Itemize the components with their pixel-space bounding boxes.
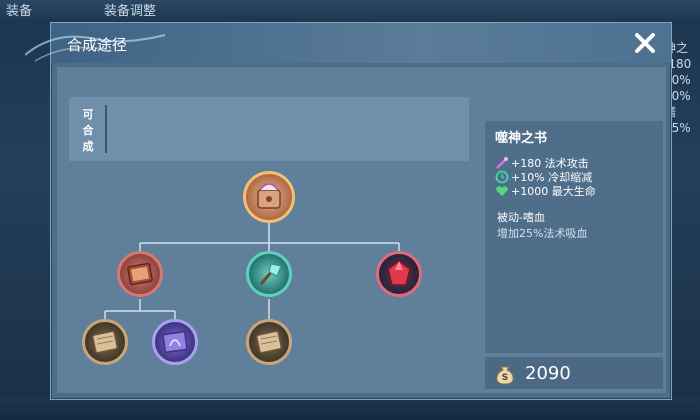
item-name: 噬神之书 xyxy=(495,131,548,146)
grandchild-item-wooden-book-1[interactable] xyxy=(82,319,128,365)
background-bottom-bar xyxy=(0,398,700,420)
grandchild-item-wooden-book-2[interactable] xyxy=(246,319,292,365)
wand-icon xyxy=(496,157,508,169)
passive-description: 增加25%法术吸血 xyxy=(497,227,588,240)
item-info-panel: 噬神之书 +180 法术攻击 +10% 冷却缩减 +1000 最大生命 被动-嗜… xyxy=(485,121,663,353)
passive-name: 被动-嗜血 xyxy=(497,211,545,224)
teal-wand-icon xyxy=(259,263,282,285)
child-item-red-tome[interactable] xyxy=(117,251,163,297)
dialog-title: 合成途径 xyxy=(67,36,128,54)
heart-icon xyxy=(496,186,508,196)
red-tome-icon xyxy=(127,262,153,286)
child-item-red-gem[interactable] xyxy=(376,251,422,297)
background-topbar: 装备 装备调整 xyxy=(0,0,700,20)
svg-text:S: S xyxy=(502,373,508,383)
wooden-book-icon xyxy=(91,330,119,354)
purple-book-icon xyxy=(162,331,188,353)
clock-icon xyxy=(495,170,509,184)
red-gem-icon xyxy=(387,260,411,286)
stat-max-hp: +1000 最大生命 xyxy=(495,183,596,199)
crafting-path-dialog: 合成途径 可合成 噬神之书 +180 法术攻击 +10% 冷却缩减 +1000 … xyxy=(25,22,672,400)
bg-tab-adjust: 装备调整 xyxy=(104,4,157,19)
root-item-devourer-book[interactable] xyxy=(243,171,295,223)
book-helmet-icon xyxy=(257,183,281,209)
wooden-book-icon xyxy=(255,330,283,354)
price-value: 2090 xyxy=(525,362,571,384)
stat-text: +1000 最大生命 xyxy=(511,185,596,198)
close-button[interactable] xyxy=(631,29,659,57)
dialog-header: 合成途径 xyxy=(25,23,671,63)
price-section: S 2090 xyxy=(485,357,663,389)
money-bag-icon: S xyxy=(496,366,514,385)
dialog-body: 可合成 噬神之书 +180 法术攻击 +10% 冷却缩减 +1000 最大生命 … xyxy=(57,67,666,393)
grandchild-item-purple-book[interactable] xyxy=(152,319,198,365)
child-item-teal-wand[interactable] xyxy=(246,251,292,297)
close-x-icon xyxy=(635,33,655,53)
bg-tab-equipment: 装备 xyxy=(6,4,33,19)
